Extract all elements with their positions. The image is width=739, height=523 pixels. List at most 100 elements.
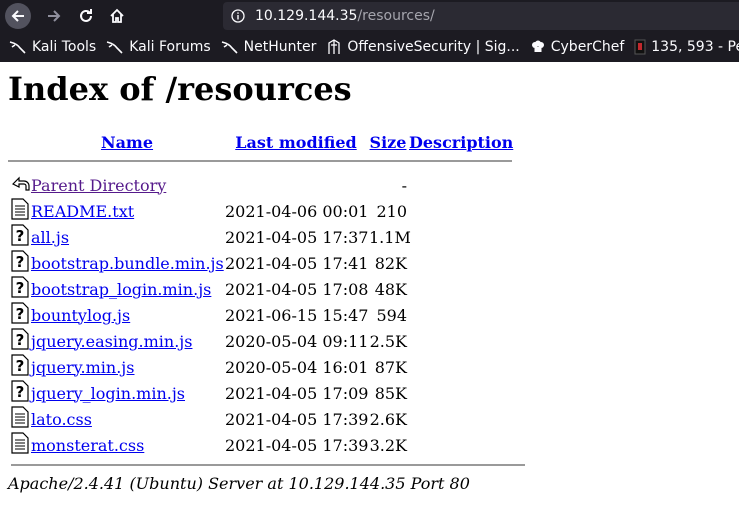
sort-by-size-link[interactable]: Size [370,133,407,152]
file-table: Name Last modified Size Description Pare… [8,130,513,198]
icon-cell [8,198,30,224]
file-link[interactable]: jquery.min.js [31,358,134,377]
file-link[interactable]: README.txt [31,202,134,221]
icon-cell: ? [8,250,30,276]
url-host: 10.129.144.35 [255,8,358,24]
icon-column-header [8,130,30,154]
back-arrow-icon [11,176,30,191]
bookmark-cyberchef[interactable]: CyberChef [530,39,624,55]
bookmark-offensive-security[interactable]: OffensiveSecurity | Sig... [326,39,520,55]
description-cell [408,406,512,432]
svg-text:?: ? [16,305,25,323]
unknown-file-icon: ? [11,380,29,406]
bookmark-label: Kali Forums [129,39,211,55]
red-bookmark-icon [634,39,646,55]
icon-cell: ? [8,380,30,406]
svg-text:?: ? [16,279,25,297]
table-row: ? jquery.easing.min.js 2020-05-04 09:11 2.5… [8,328,512,354]
size-cell: 82K [374,253,407,273]
text-file-icon [11,432,29,458]
size-cell: - [401,175,407,195]
modified-cell: 2021-04-05 17:09 [225,383,369,403]
kali-dragon-icon [221,41,238,54]
text-file-icon [11,406,29,432]
size-cell: 2.5K [369,331,407,351]
table-row: lato.css 2021-04-05 17:39 2.6K [8,406,512,432]
table-row: monsterat.css 2021-04-05 17:39 3.2K [8,432,512,458]
modified-cell: 2021-06-15 15:47 [225,305,369,325]
unknown-file-icon: ? [11,354,29,380]
sort-by-description-link[interactable]: Description [409,133,513,152]
divider [11,464,525,466]
url-bar[interactable]: 10.129.144.35/resources/ [223,2,739,30]
bookmark-kali-tools[interactable]: Kali Tools [9,39,96,55]
unknown-file-icon: ? [11,302,29,328]
table-row: ? bootstrap_login.min.js 2021-04-05 17:08 4… [8,276,512,302]
back-button[interactable] [5,3,31,29]
bookmark-label: 135, 593 - Pent [651,39,739,55]
kali-dragon-icon [9,41,26,54]
table-row: ? all.js 2021-04-05 17:37 1.1M [8,224,512,250]
file-link[interactable]: lato.css [31,410,92,429]
offsec-logo-icon [328,39,341,54]
name-cell: bountylog.js [30,302,224,328]
size-cell: 2.6K [369,409,407,429]
bookmark-label: Kali Tools [32,39,97,55]
home-button[interactable] [104,3,130,29]
size-column-header: Size [368,130,408,154]
file-link[interactable]: bountylog.js [31,306,130,325]
name-cell: jquery.min.js [30,354,224,380]
description-cell [408,224,512,250]
description-cell [408,198,512,224]
description-cell [408,172,512,198]
browser-toolbar: 10.129.144.35/resources/ [0,0,739,32]
reload-button[interactable] [73,3,99,29]
directory-listing-page: Index of /resources Name Last modified S… [0,70,739,493]
modified-cell: 2020-05-04 16:01 [225,357,369,377]
table-row: Parent Directory - [8,172,512,198]
size-cell: 87K [374,357,407,377]
modified-cell: 2021-04-05 17:39 [225,409,369,429]
arrow-left-icon [11,10,24,22]
table-row: ? bountylog.js 2021-06-15 15:47 594 [8,302,512,328]
url-text[interactable]: 10.129.144.35/resources/ [255,8,435,24]
unknown-file-icon: ? [11,250,29,276]
bookmark-pentest[interactable]: 135, 593 - Pent [634,39,739,55]
table-row: README.txt 2021-04-06 00:01 210 [8,198,512,224]
divider [8,160,512,162]
file-link[interactable]: jquery.easing.min.js [31,332,192,351]
modified-cell: 2021-04-05 17:41 [225,253,369,273]
sort-by-modified-link[interactable]: Last modified [235,133,356,152]
description-column-header: Description [408,130,513,154]
unknown-file-icon: ? [11,328,29,354]
svg-text:?: ? [16,253,25,271]
sort-by-name-link[interactable]: Name [101,133,153,152]
name-cell: bootstrap_login.min.js [30,276,224,302]
file-link[interactable]: jquery_login.min.js [31,384,185,403]
kali-dragon-icon [107,41,123,54]
table-row: ? bootstrap.bundle.min.js 2021-04-05 17:41… [8,250,512,276]
size-cell: 1.1M [369,227,411,247]
modified-cell: 2021-04-05 17:08 [225,279,369,299]
unknown-file-icon: ? [11,276,29,302]
name-cell: Parent Directory [30,172,224,198]
icon-cell: ? [8,328,30,354]
name-cell: jquery_login.min.js [30,380,224,406]
size-cell: 85K [374,383,407,403]
bookmark-nethunter[interactable]: NetHunter [221,39,317,55]
forward-button[interactable] [41,3,67,29]
file-link[interactable]: monsterat.css [31,436,144,455]
file-link[interactable]: bootstrap_login.min.js [31,280,211,299]
name-cell: monsterat.css [30,432,224,458]
reload-icon [80,9,92,22]
icon-cell: ? [8,276,30,302]
arrow-right-icon [48,10,61,22]
bookmark-kali-forums[interactable]: Kali Forums [106,39,211,55]
info-icon[interactable] [231,9,245,23]
bookmark-label: OffensiveSecurity | Sig... [347,39,520,55]
file-link[interactable]: all.js [31,228,69,247]
file-link[interactable]: bootstrap.bundle.min.js [31,254,224,273]
size-cell: 48K [374,279,407,299]
parent-directory-link[interactable]: Parent Directory [31,176,166,195]
bookmark-label: NetHunter [243,39,317,55]
